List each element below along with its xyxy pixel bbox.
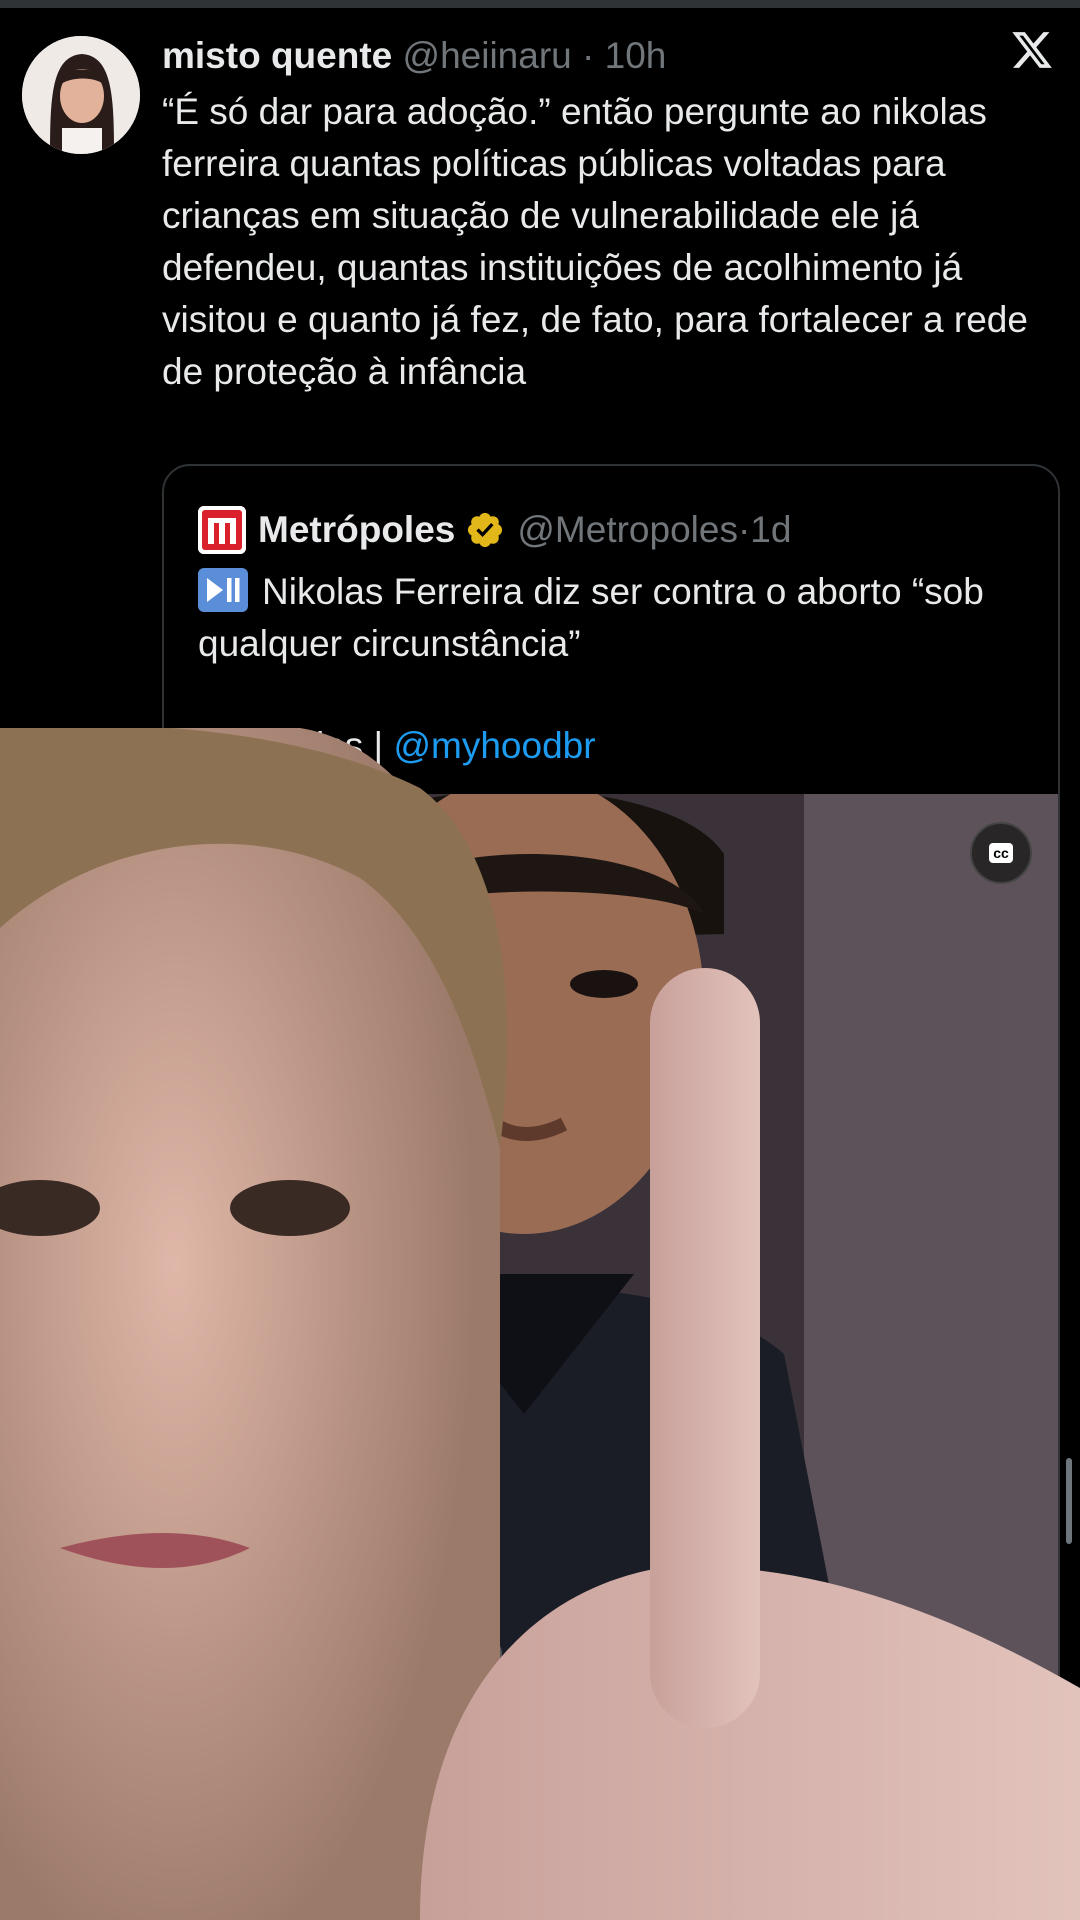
quoted-tweet-header: Metrópoles @Metropoles · 1d [198, 504, 791, 556]
author-handle[interactable]: @heiinaru [403, 35, 572, 76]
camera-overlay-image [0, 728, 1080, 1920]
author-name[interactable]: misto quente [162, 35, 392, 76]
metropoles-logo-icon[interactable] [198, 506, 246, 554]
quoted-tweet-time[interactable]: 1d [750, 504, 791, 556]
tweet-header: misto quente @heiinaru · 10h [162, 32, 666, 80]
quoted-author-name[interactable]: Metrópoles [258, 504, 455, 556]
top-divider [0, 0, 1080, 8]
header-separator: · [582, 35, 595, 76]
author-avatar[interactable] [22, 36, 140, 154]
tweet-time[interactable]: 10h [605, 35, 667, 76]
verified-badge-icon [465, 510, 505, 550]
tweet-text: “É só dar para adoção.” então pergunte a… [162, 91, 1028, 392]
quoted-text-content: Nikolas Ferreira diz ser contra o aborto… [198, 571, 984, 664]
x-logo-icon[interactable] [1010, 28, 1054, 72]
quoted-header-separator: · [737, 509, 751, 550]
avatar-image [22, 36, 140, 154]
scroll-indicator[interactable] [1066, 1458, 1072, 1544]
camera-overlay [0, 728, 1080, 1920]
play-pause-icon [198, 568, 248, 612]
quoted-author-handle[interactable]: @Metropoles [517, 504, 738, 556]
quoted-tweet-text: Nikolas Ferreira diz ser contra o aborto… [198, 566, 1038, 670]
